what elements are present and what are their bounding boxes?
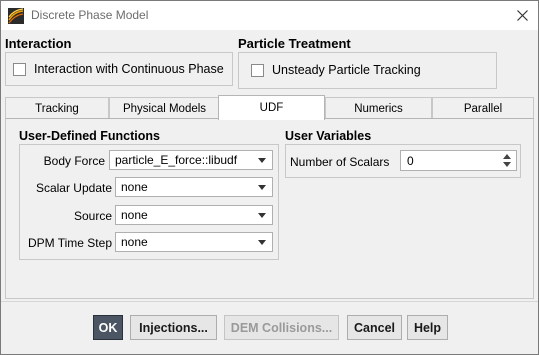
tab-physical-models[interactable]: Physical Models bbox=[109, 97, 220, 119]
title-bar[interactable]: Discrete Phase Model bbox=[1, 1, 538, 30]
interaction-group: Interaction with Continuous Phase bbox=[5, 52, 233, 86]
tab-tracking[interactable]: Tracking bbox=[5, 97, 109, 119]
udf-section-title: User-Defined Functions bbox=[19, 129, 160, 143]
body-force-dropdown[interactable]: particle_E_force::libudf bbox=[109, 150, 273, 170]
tab-parallel[interactable]: Parallel bbox=[432, 97, 534, 119]
injections-button[interactable]: Injections... bbox=[130, 315, 217, 340]
interaction-checkbox-label: Interaction with Continuous Phase bbox=[34, 62, 224, 76]
body-force-value: particle_E_force::libudf bbox=[115, 153, 238, 167]
fluent-app-icon bbox=[8, 8, 24, 24]
scalar-update-dropdown[interactable]: none bbox=[115, 177, 273, 197]
number-of-scalars-value: 0 bbox=[407, 153, 414, 168]
scalar-update-value: none bbox=[121, 180, 148, 194]
body-force-label: Body Force bbox=[43, 154, 105, 168]
dem-collisions-button[interactable]: DEM Collisions... bbox=[224, 315, 339, 340]
particle-treatment-group: Unsteady Particle Tracking bbox=[238, 52, 497, 89]
number-of-scalars-label: Number of Scalars bbox=[290, 155, 390, 169]
window-title: Discrete Phase Model bbox=[31, 8, 149, 22]
chevron-down-icon bbox=[258, 185, 266, 190]
spin-up-arrow-icon[interactable] bbox=[503, 154, 511, 159]
help-button[interactable]: Help bbox=[407, 315, 448, 340]
chevron-down-icon bbox=[258, 158, 266, 163]
interaction-title: Interaction bbox=[5, 36, 72, 51]
unsteady-tracking-checkbox-row[interactable]: Unsteady Particle Tracking bbox=[251, 63, 421, 77]
ok-button[interactable]: OK bbox=[93, 315, 123, 340]
interaction-checkbox[interactable] bbox=[13, 62, 26, 76]
close-icon bbox=[516, 9, 528, 21]
dpm-time-step-value: none bbox=[121, 235, 148, 249]
source-value: none bbox=[121, 208, 148, 222]
source-label: Source bbox=[73, 209, 112, 223]
number-of-scalars-spinner[interactable]: 0 bbox=[400, 150, 517, 171]
interaction-checkbox-row[interactable]: Interaction with Continuous Phase bbox=[13, 62, 224, 76]
tab-udf[interactable]: UDF bbox=[218, 95, 325, 120]
footer-separator bbox=[1, 301, 538, 302]
user-variables-title: User Variables bbox=[285, 129, 372, 143]
chevron-down-icon bbox=[258, 240, 266, 245]
source-dropdown[interactable]: none bbox=[115, 205, 273, 225]
dpm-time-step-dropdown[interactable]: none bbox=[115, 232, 273, 252]
chevron-down-icon bbox=[258, 213, 266, 218]
spin-down-arrow-icon[interactable] bbox=[503, 162, 511, 167]
dpm-time-step-label: DPM Time Step bbox=[27, 236, 112, 250]
discrete-phase-model-dialog: Discrete Phase Model Interaction Interac… bbox=[0, 0, 539, 355]
unsteady-tracking-checkbox[interactable] bbox=[251, 63, 264, 77]
particle-treatment-title: Particle Treatment bbox=[238, 36, 351, 51]
tab-numerics[interactable]: Numerics bbox=[325, 97, 432, 119]
cancel-button[interactable]: Cancel bbox=[347, 315, 402, 340]
tab-bar: Tracking Physical Models UDF Numerics Pa… bbox=[5, 95, 534, 120]
close-button[interactable] bbox=[510, 4, 534, 26]
unsteady-tracking-label: Unsteady Particle Tracking bbox=[272, 63, 421, 77]
scalar-update-label: Scalar Update bbox=[35, 181, 112, 195]
